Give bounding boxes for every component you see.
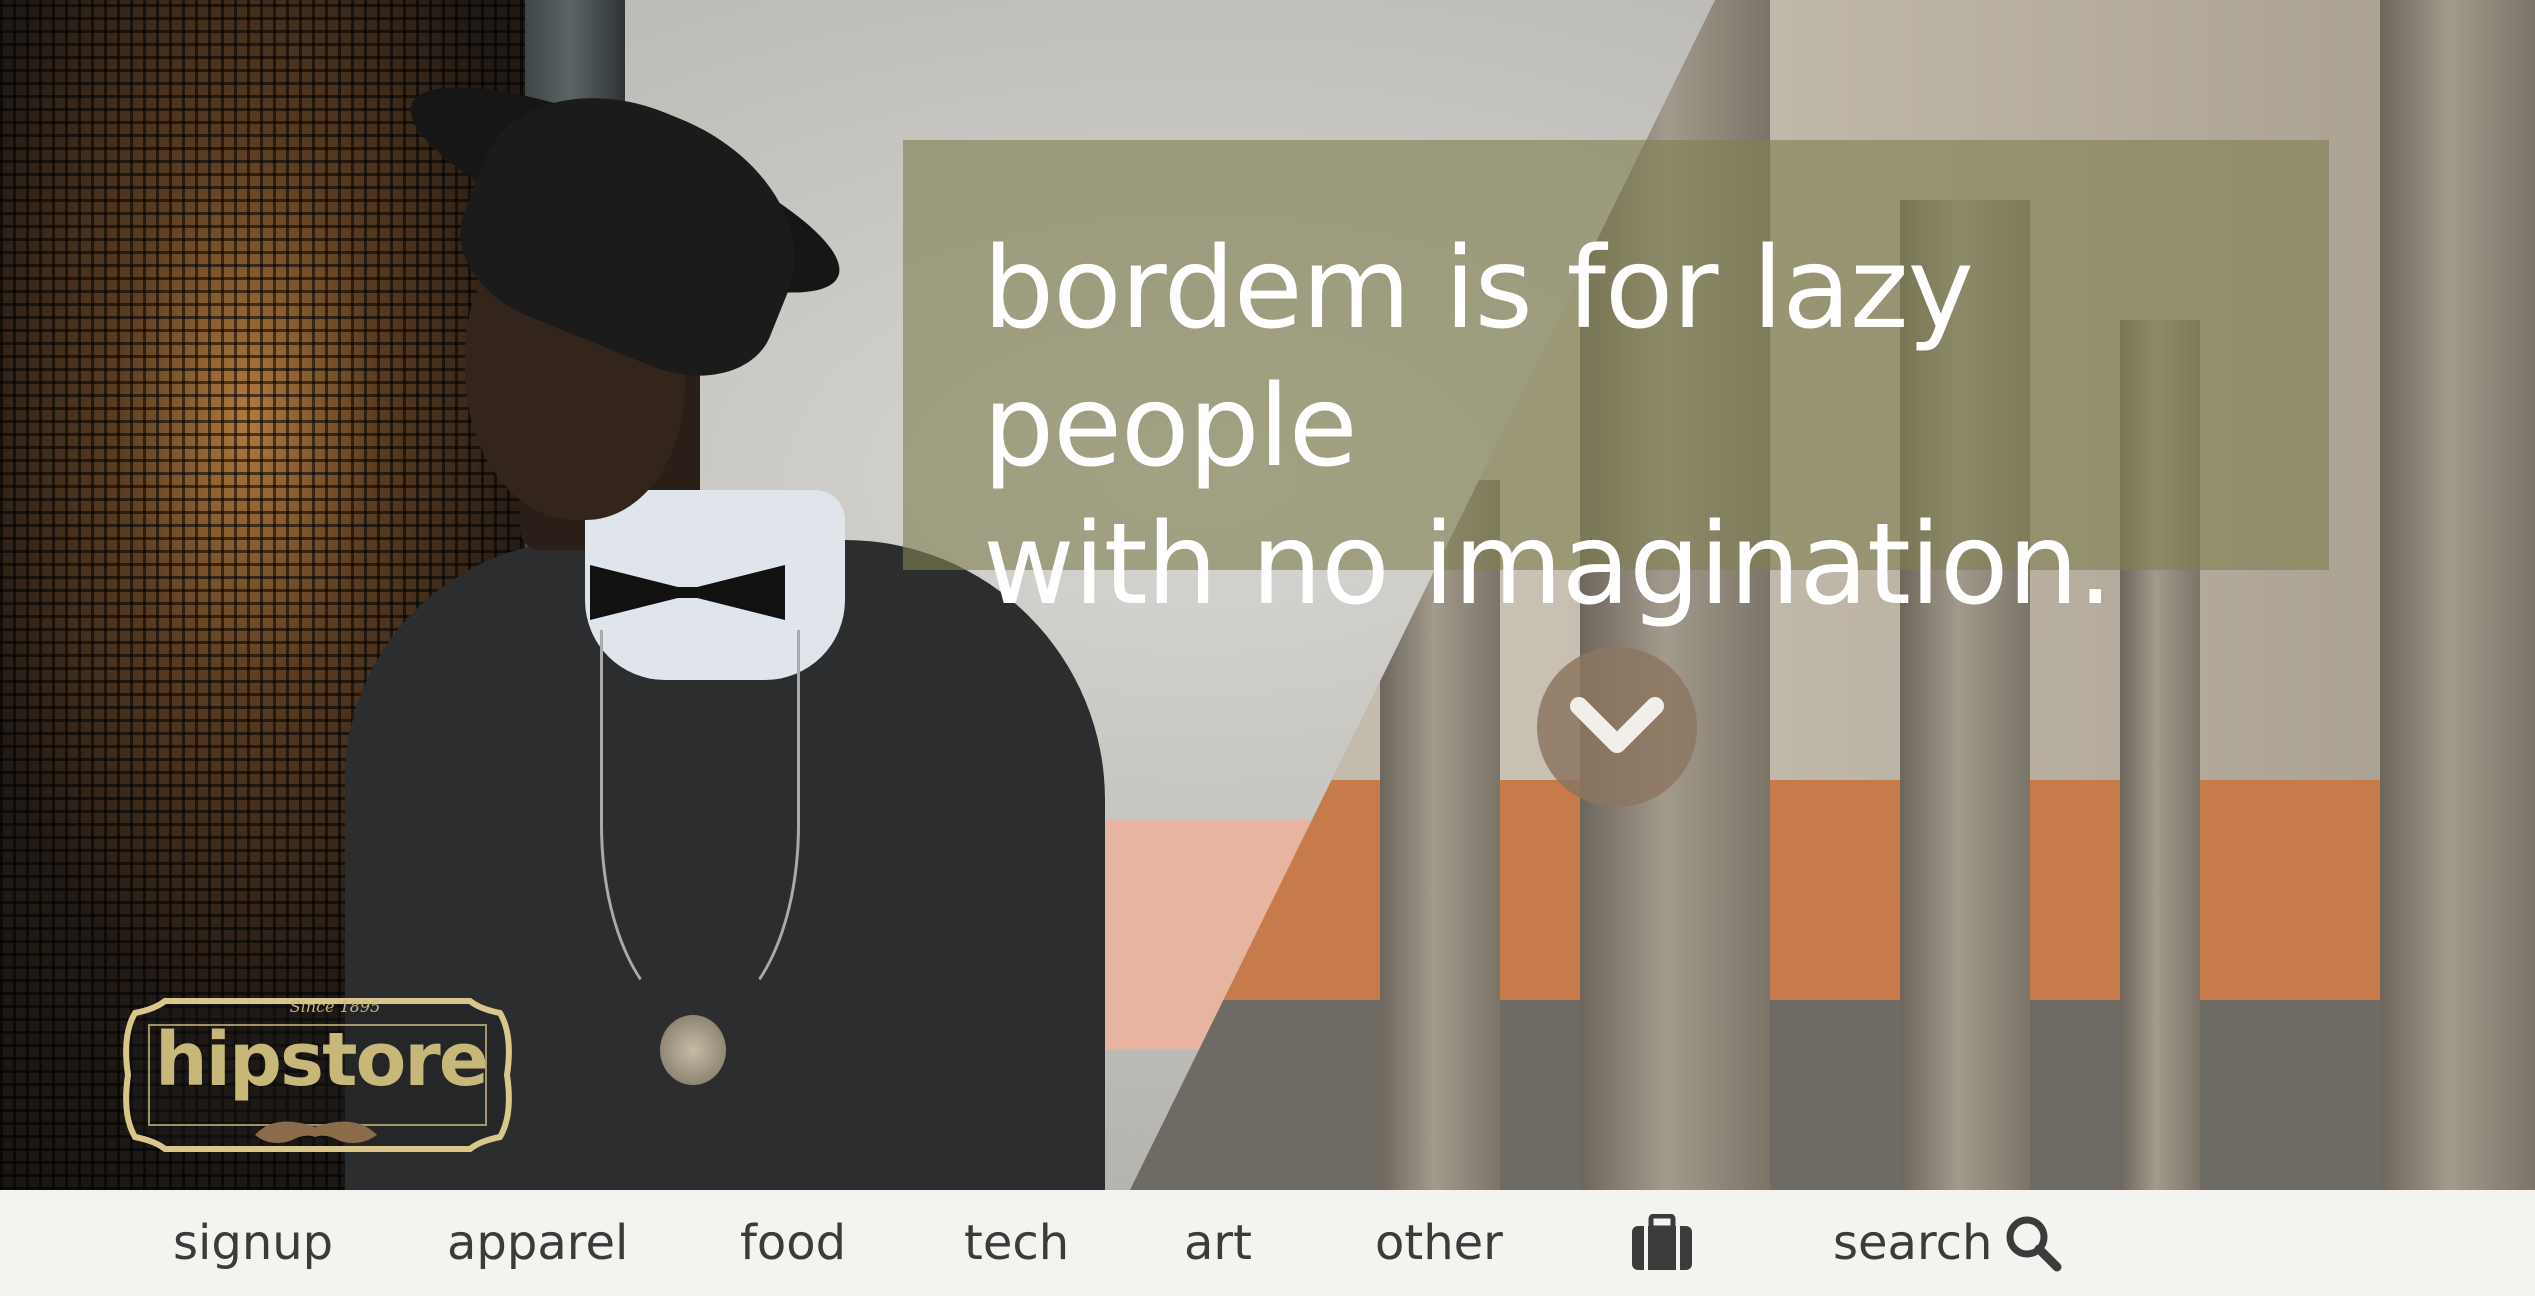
nav-art[interactable]: art [1184,1190,1252,1296]
nav-tech-label: tech [964,1215,1070,1271]
nav-signup-label: signup [173,1215,334,1271]
nav-food[interactable]: food [740,1190,846,1296]
nav-tech[interactable]: tech [964,1190,1069,1296]
briefcase-icon [1632,1214,1692,1270]
nav-signup[interactable]: signup [173,1190,333,1296]
hipstore-logo[interactable]: Since 1895 hipstore [115,995,520,1155]
search-icon [2006,1216,2062,1272]
search-label: search [1833,1215,1993,1271]
cart-button[interactable] [1630,1190,1694,1296]
nav-apparel[interactable]: apparel [447,1190,628,1296]
nav-other-label: other [1375,1215,1503,1271]
person-chain [600,630,800,1020]
hero-quote-line-2: with no imagination. [983,500,2113,630]
hero-banner: bordem is for lazy people with no imagin… [0,0,2535,1190]
mustache-icon [255,1113,377,1147]
nav-other[interactable]: other [1375,1190,1503,1296]
hero-quote: bordem is for lazy people with no imagin… [983,220,2303,634]
scroll-down-button[interactable] [1537,647,1697,807]
hero-pillar [2380,0,2535,1190]
nav-apparel-label: apparel [447,1215,629,1271]
nav-food-label: food [740,1215,847,1271]
search-button[interactable]: search [1833,1190,2062,1296]
quote-panel: bordem is for lazy people with no imagin… [903,140,2329,630]
pocket-watch [660,1015,726,1085]
nav-art-label: art [1184,1215,1252,1271]
logo-tagline: Since 1895 [289,997,381,1016]
hero-quote-line-1: bordem is for lazy people [983,224,1974,492]
main-nav: signup apparel food tech art other searc… [0,1190,2535,1296]
page: bordem is for lazy people with no imagin… [0,0,2535,1296]
chevron-down-icon [1570,697,1664,753]
logo-text: hipstore [155,1017,489,1103]
